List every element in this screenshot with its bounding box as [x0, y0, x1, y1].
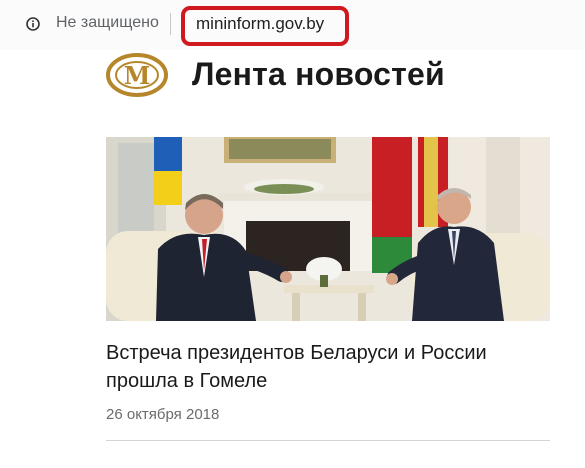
page-title: Лента новостей: [192, 56, 445, 92]
news-divider: [106, 440, 550, 441]
address-bar-separator: [170, 13, 171, 35]
address-bar[interactable]: Не защищено mininform.gov.by: [0, 0, 585, 50]
ministry-logo[interactable]: M: [106, 52, 168, 98]
info-circle-icon[interactable]: [26, 17, 40, 31]
logo-letter: M: [124, 61, 151, 90]
headline-line-1: Встреча президентов Беларуси и России: [106, 342, 487, 364]
security-status-label[interactable]: Не защищено: [56, 14, 159, 32]
news-photo[interactable]: [106, 137, 550, 321]
headline-line-2: прошла в Гомеле: [106, 370, 268, 392]
url-highlight-circle: [181, 6, 349, 46]
news-date: 26 октября 2018: [106, 406, 220, 423]
news-headline[interactable]: Встреча президентов Беларуси и России пр…: [106, 339, 556, 395]
